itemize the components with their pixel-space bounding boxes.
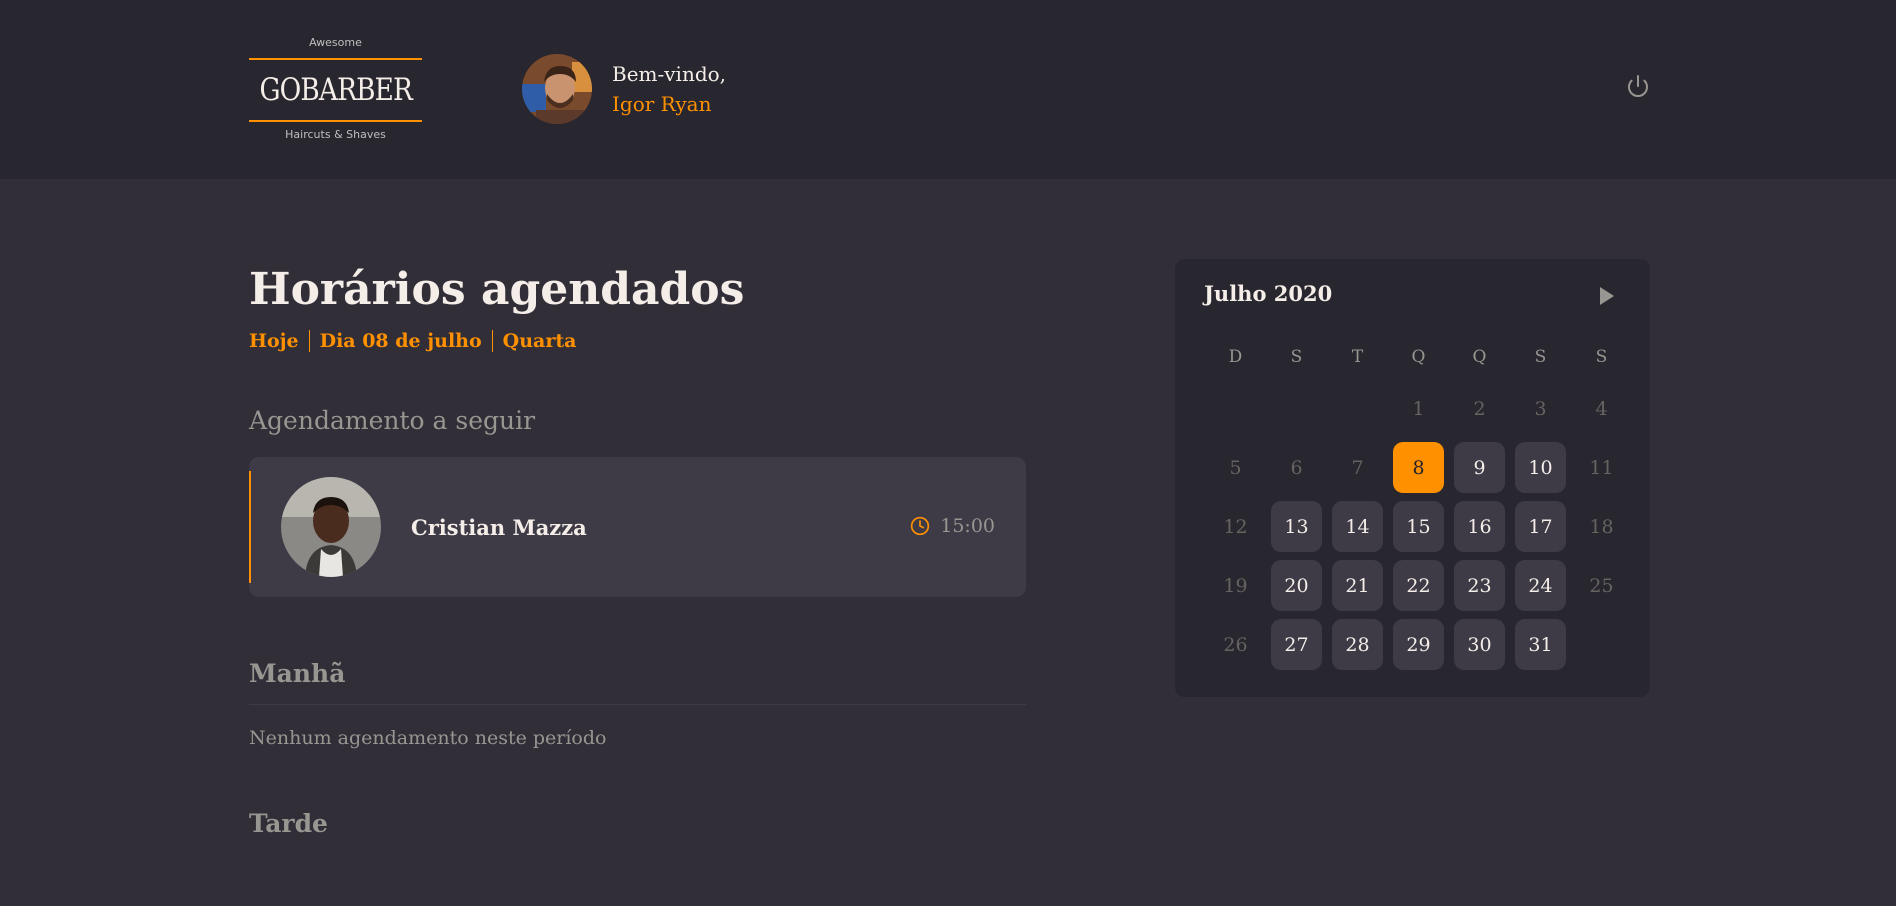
subtitle-today: Hoje bbox=[249, 330, 299, 352]
calendar-day-22[interactable]: 22 bbox=[1393, 560, 1444, 611]
appointment-time-text: 15:00 bbox=[940, 515, 995, 537]
calendar-day-2: 2 bbox=[1473, 397, 1486, 420]
calendar-month: Julho 2020 bbox=[1204, 281, 1333, 306]
date-subtitle: Hoje Dia 08 de julho Quarta bbox=[249, 330, 1026, 352]
morning-empty-text: Nenhum agendamento neste período bbox=[249, 727, 607, 749]
calendar-day-27[interactable]: 27 bbox=[1271, 619, 1322, 670]
morning-section-title: Manhã bbox=[249, 659, 1026, 705]
power-icon[interactable] bbox=[1626, 74, 1650, 98]
calendar-empty-cell bbox=[1576, 619, 1627, 670]
calendar-day-12: 12 bbox=[1223, 515, 1248, 538]
user-avatar[interactable] bbox=[522, 54, 592, 124]
calendar-empty-cell bbox=[1271, 383, 1322, 434]
calendar-empty-cell bbox=[1332, 383, 1383, 434]
calendar-day-6: 6 bbox=[1290, 456, 1303, 479]
calendar-day-31[interactable]: 31 bbox=[1515, 619, 1566, 670]
calendar-week-row: 19 20 21 22 23 24 25 bbox=[1205, 556, 1632, 615]
calendar-day-9[interactable]: 9 bbox=[1454, 442, 1505, 493]
calendar-week-row: 12 13 14 15 16 17 18 bbox=[1205, 497, 1632, 556]
client-avatar bbox=[281, 477, 381, 577]
clock-icon bbox=[911, 516, 930, 536]
profile-text: Bem-vindo, Igor Ryan bbox=[612, 59, 726, 119]
weekday-label: S bbox=[1534, 347, 1547, 367]
calendar-day-1: 1 bbox=[1412, 397, 1425, 420]
gobarber-logo[interactable]: Awesome GOBARBER Haircuts & Shaves bbox=[249, 36, 422, 143]
calendar-day-21[interactable]: 21 bbox=[1332, 560, 1383, 611]
calendar-day-25: 25 bbox=[1589, 574, 1614, 597]
calendar-week-row: 5 6 7 8 9 10 11 bbox=[1205, 438, 1632, 497]
calendar-day-29[interactable]: 29 bbox=[1393, 619, 1444, 670]
calendar-grid: D S T Q Q S S 1 2 3 4 5 6 7 8 9 10 11 12 13 14 15 16 17 1… bbox=[1205, 335, 1632, 674]
calendar-week-row: 1 2 3 4 bbox=[1205, 379, 1632, 438]
page-title: Horários agendados bbox=[249, 264, 745, 315]
logo-brand-box: GOBARBER bbox=[249, 58, 422, 122]
appointment-time: 15:00 bbox=[910, 515, 995, 537]
calendar-day-11: 11 bbox=[1589, 456, 1614, 479]
calendar-empty-cell bbox=[1210, 383, 1261, 434]
calendar-day-7: 7 bbox=[1351, 456, 1364, 479]
accent-bar bbox=[249, 471, 251, 583]
schedule: Horários agendados Hoje Dia 08 de julho … bbox=[249, 262, 1026, 854]
calendar-day-26: 26 bbox=[1223, 633, 1248, 656]
calendar-day-15[interactable]: 15 bbox=[1393, 501, 1444, 552]
logo-brand: GOBARBER bbox=[259, 72, 412, 108]
afternoon-section-title: Tarde bbox=[249, 809, 328, 838]
calendar-day-20[interactable]: 20 bbox=[1271, 560, 1322, 611]
calendar-day-14[interactable]: 14 bbox=[1332, 501, 1383, 552]
calendar-day-13[interactable]: 13 bbox=[1271, 501, 1322, 552]
calendar-day-4: 4 bbox=[1595, 397, 1608, 420]
weekday-label: Q bbox=[1411, 347, 1426, 367]
calendar-day-30[interactable]: 30 bbox=[1454, 619, 1505, 670]
calendar-day-17[interactable]: 17 bbox=[1515, 501, 1566, 552]
calendar-day-18: 18 bbox=[1589, 515, 1614, 538]
user-name-link[interactable]: Igor Ryan bbox=[612, 89, 726, 119]
calendar-day-5: 5 bbox=[1229, 456, 1242, 479]
calendar-day-16[interactable]: 16 bbox=[1454, 501, 1505, 552]
weekday-label: S bbox=[1595, 347, 1608, 367]
logo-top-text: Awesome bbox=[309, 36, 362, 49]
calendar-day-28[interactable]: 28 bbox=[1332, 619, 1383, 670]
calendar: Julho 2020 D S T Q Q S S 1 2 3 4 5 6 7 8 9 10 11 12… bbox=[1175, 259, 1650, 697]
arrow-right-icon[interactable] bbox=[1600, 287, 1614, 305]
next-appointment-card[interactable]: Cristian Mazza 15:00 bbox=[249, 457, 1026, 597]
weekday-label: Q bbox=[1472, 347, 1487, 367]
welcome-text: Bem-vindo, bbox=[612, 62, 727, 86]
header: Awesome GOBARBER Haircuts & Shaves Bem-v… bbox=[0, 0, 1896, 179]
client-name: Cristian Mazza bbox=[411, 514, 587, 540]
weekday-label: S bbox=[1290, 347, 1303, 367]
subtitle-day: Dia 08 de julho bbox=[308, 330, 492, 352]
weekday-label: D bbox=[1228, 347, 1243, 367]
calendar-day-24[interactable]: 24 bbox=[1515, 560, 1566, 611]
calendar-day-23[interactable]: 23 bbox=[1454, 560, 1505, 611]
weekday-row: D S T Q Q S S bbox=[1205, 335, 1632, 379]
profile[interactable]: Bem-vindo, Igor Ryan bbox=[522, 54, 726, 124]
calendar-day-19: 19 bbox=[1223, 574, 1248, 597]
weekday-label: T bbox=[1351, 347, 1364, 367]
calendar-week-row: 26 27 28 29 30 31 bbox=[1205, 615, 1632, 674]
next-appointment-title: Agendamento a seguir bbox=[249, 406, 536, 435]
calendar-day-10[interactable]: 10 bbox=[1515, 442, 1566, 493]
calendar-day-8[interactable]: 8 bbox=[1393, 442, 1444, 493]
subtitle-weekday: Quarta bbox=[491, 330, 587, 352]
logo-bottom-text: Haircuts & Shaves bbox=[285, 128, 386, 141]
calendar-day-3: 3 bbox=[1534, 397, 1547, 420]
calendar-weeks: 1 2 3 4 5 6 7 8 9 10 11 12 13 14 15 16 17 18 19 20 21 22 23 24 2… bbox=[1205, 379, 1632, 674]
